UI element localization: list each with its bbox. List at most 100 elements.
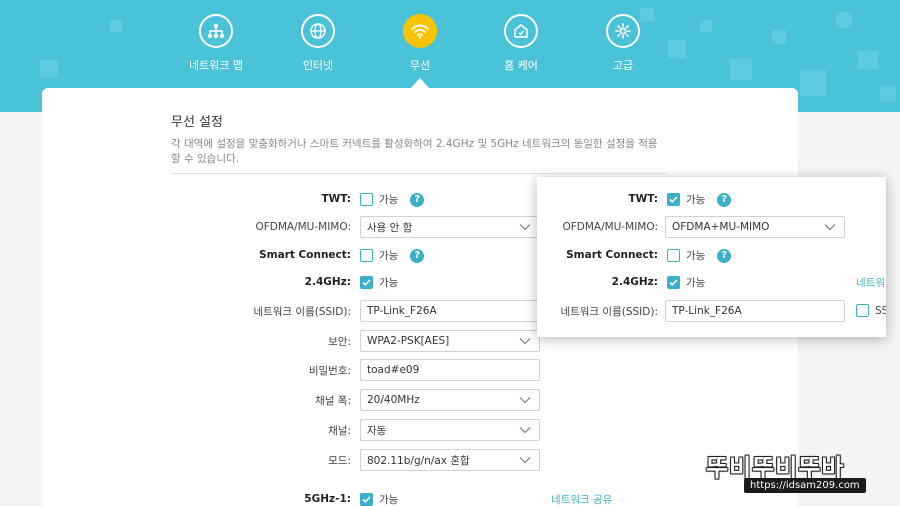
wifi-icon [403, 14, 437, 48]
twt-label: TWT: [321, 193, 351, 205]
popup-ssid-broadcast-label: SS [875, 304, 886, 317]
row-ofdma: OFDMA/MU-MIMO: [0, 216, 351, 238]
popup-row-twt: TWT: [537, 188, 658, 210]
channel-select[interactable]: 자동 [360, 419, 540, 441]
section-description: 각 대역에 설정을 맞춤화하거나 스마트 커넥트를 활성화하여 2.4GHz 및… [171, 137, 666, 174]
twt-check-label: 가능 [379, 194, 399, 206]
watermark: 뚜비뚜비뚜바 https://idsam209.com [706, 448, 890, 494]
nav-label: 고급 [612, 59, 634, 72]
popup-network-share-link[interactable]: 네트워 [856, 275, 885, 290]
watermark-url: https://idsam209.com [744, 478, 866, 493]
smart-connect-label: Smart Connect: [259, 249, 351, 261]
help-icon[interactable]: ? [717, 192, 732, 207]
row-security: 보안: [0, 330, 351, 352]
network-share-link[interactable]: 네트워크 공유 [551, 492, 612, 506]
twt-control: 가능 ? [360, 192, 425, 207]
popup-twt-checkbox[interactable] [667, 193, 680, 206]
row-twt: TWT: [0, 188, 351, 210]
nav-home-care[interactable]: 홈 케어 [476, 14, 566, 73]
popup-ssid-label: 네트워크 이름(SSID): [560, 305, 658, 318]
security-select[interactable]: WPA2-PSK[AES] [360, 330, 540, 352]
password-value: toad#e09 [367, 364, 420, 376]
channel-width-select[interactable]: 20/40MHz [360, 389, 540, 411]
chevron-down-icon [519, 457, 531, 464]
popup-row-ssid: 네트워크 이름(SSID): [537, 300, 658, 322]
popup-band24-checkbox[interactable] [667, 276, 680, 289]
nav-label: 홈 케어 [504, 59, 538, 72]
nav-internet[interactable]: 인터넷 [273, 14, 363, 73]
globe-icon [301, 14, 335, 48]
row-band24: 2.4GHz: [0, 271, 351, 293]
popup-band24-label: 2.4GHz: [611, 276, 658, 288]
popup-band24-control: 가능 [667, 275, 705, 290]
ofdma-control: 사용 안 함 [360, 216, 540, 238]
popup-ssid-input[interactable]: TP-Link_F26A [665, 300, 845, 322]
popup-ssid-control: TP-Link_F26A [665, 300, 845, 322]
row-band5: 5GHz-1: [0, 488, 351, 506]
row-mode: 모드: [0, 449, 351, 471]
ofdma-select[interactable]: 사용 안 함 [360, 216, 540, 238]
password-input[interactable]: toad#e09 [360, 359, 540, 381]
security-value: WPA2-PSK[AES] [367, 335, 450, 347]
band24-check-label: 가능 [379, 277, 399, 289]
help-icon[interactable]: ? [410, 248, 425, 263]
popup-ssid-broadcast-checkbox[interactable] [856, 304, 869, 317]
twt-checkbox[interactable] [360, 193, 373, 206]
popup-smart-connect-label: Smart Connect: [566, 249, 658, 261]
popup-ssid-broadcast-control: SS [856, 304, 886, 317]
chevron-down-icon [519, 224, 531, 231]
popup-row-smart-connect: Smart Connect: [537, 244, 658, 266]
nav-advanced[interactable]: 고급 [578, 14, 668, 73]
channel-value: 자동 [367, 424, 387, 437]
smart-connect-check-label: 가능 [379, 250, 399, 262]
mode-value: 802.11b/g/n/ax 혼합 [367, 454, 470, 467]
popup-smart-connect-control: 가능 ? [667, 248, 732, 263]
popup-twt-check-label: 가능 [686, 194, 706, 206]
smart-connect-checkbox[interactable] [360, 249, 373, 262]
nav-label: 네트워크 맵 [188, 59, 244, 72]
help-icon[interactable]: ? [717, 248, 732, 263]
row-channel: 채널: [0, 419, 351, 441]
nav-label: 무선 [409, 59, 431, 72]
nav-wireless[interactable]: 무선 [375, 14, 465, 73]
popup-ofdma-label: OFDMA/MU-MIMO: [562, 221, 658, 233]
popup-smart-connect-checkbox[interactable] [667, 249, 680, 262]
password-control: toad#e09 [360, 359, 540, 381]
channel-width-value: 20/40MHz [367, 394, 420, 406]
security-label: 보안: [328, 335, 351, 348]
smart-connect-control: 가능 ? [360, 248, 425, 263]
row-ssid: 네트워크 이름(SSID): [0, 300, 351, 322]
chevron-down-icon [519, 397, 531, 404]
chevron-down-icon [824, 224, 836, 231]
popup-row-ofdma: OFDMA/MU-MIMO: [537, 216, 658, 238]
help-icon[interactable]: ? [410, 192, 425, 207]
popup-ofdma-select[interactable]: OFDMA+MU-MIMO [665, 216, 845, 238]
nav-label: 인터넷 [302, 59, 334, 72]
band24-checkbox[interactable] [360, 276, 373, 289]
ssid-control: TP-Link_F26A [360, 300, 540, 322]
ssid-input[interactable]: TP-Link_F26A [360, 300, 540, 322]
row-channel-width: 채널 폭: [0, 389, 351, 411]
mode-label: 모드: [328, 454, 351, 467]
band24-control: 가능 [360, 275, 398, 290]
ssid-value: TP-Link_F26A [367, 305, 437, 317]
chevron-down-icon [519, 338, 531, 345]
popup-twt-label: TWT: [628, 193, 658, 205]
channel-width-control: 20/40MHz [360, 389, 540, 411]
zoom-popup: TWT: 가능 ? OFDMA/MU-MIMO: OFDMA+MU-MIMO S… [537, 177, 886, 337]
nav-network-map[interactable]: 네트워크 맵 [171, 14, 261, 73]
band5-checkbox[interactable] [360, 493, 373, 506]
band5-label: 5GHz-1: [304, 493, 351, 505]
home-care-icon [504, 14, 538, 48]
network-map-icon [199, 14, 233, 48]
ofdma-label: OFDMA/MU-MIMO: [255, 221, 351, 233]
mode-select[interactable]: 802.11b/g/n/ax 혼합 [360, 449, 540, 471]
band5-check-label: 가능 [379, 494, 399, 506]
popup-ssid-value: TP-Link_F26A [672, 305, 742, 317]
row-password: 비밀번호: [0, 359, 351, 381]
band24-label: 2.4GHz: [304, 276, 351, 288]
password-label: 비밀번호: [308, 364, 351, 377]
gear-icon [606, 14, 640, 48]
popup-row-band24: 2.4GHz: [537, 271, 658, 293]
popup-twt-control: 가능 ? [667, 192, 732, 207]
